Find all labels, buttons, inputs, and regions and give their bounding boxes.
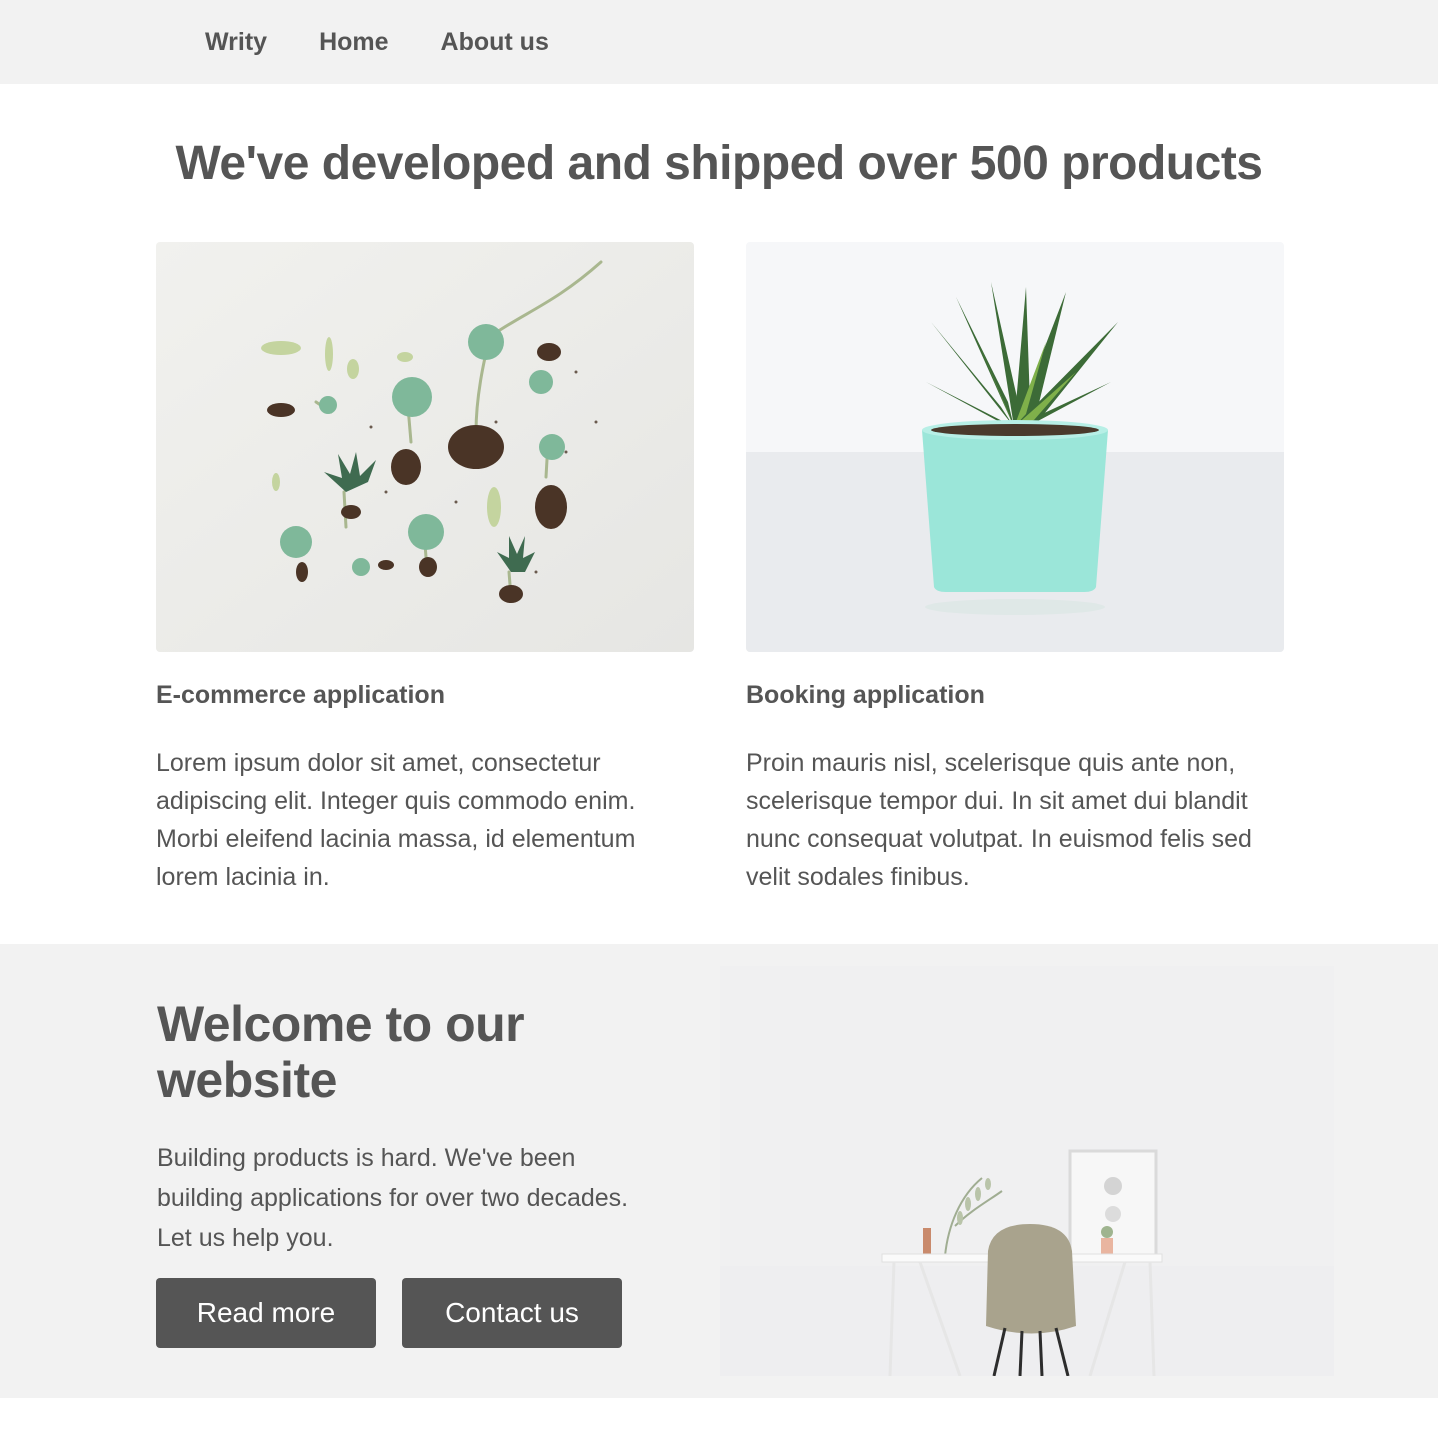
hero-description: Building products is hard. We've been bu… [157, 1144, 629, 1252]
product-card-booking: Booking application Proin mauris nisl, s… [746, 242, 1284, 896]
workspace-desk-chair-image [720, 966, 1334, 1376]
top-nav: Writy Home About us [0, 0, 1438, 84]
product-cards: E-commerce application Lorem ipsum dolor… [0, 242, 1438, 896]
product-card-title: E-commerce application [156, 681, 445, 709]
read-more-button[interactable]: Read more [156, 1278, 376, 1348]
hero-buttons: Read more Contact us [156, 1278, 622, 1348]
product-card-ecommerce: E-commerce application Lorem ipsum dolor… [156, 242, 694, 896]
product-card-description: Lorem ipsum dolor sit amet, consectetur … [156, 749, 636, 891]
product-card-description: Proin mauris nisl, scelerisque quis ante… [746, 749, 1252, 891]
nav-link-about-us[interactable]: About us [441, 28, 549, 57]
products-heading: We've developed and shipped over 500 pro… [175, 137, 1263, 190]
products-section: We've developed and shipped over 500 pro… [0, 84, 1438, 944]
hero-heading: Welcome to our website [157, 996, 525, 1108]
hero-section: Welcome to our website Building products… [0, 944, 1438, 1398]
nav-link-home[interactable]: Home [319, 28, 388, 57]
succulents-flatlay-image [156, 242, 694, 652]
contact-us-button[interactable]: Contact us [402, 1278, 622, 1348]
hero-copy: Welcome to our website Building products… [157, 996, 637, 1258]
nav-brand-link[interactable]: Writy [205, 28, 267, 57]
product-card-title: Booking application [746, 681, 985, 709]
potted-succulent-image [746, 242, 1284, 652]
